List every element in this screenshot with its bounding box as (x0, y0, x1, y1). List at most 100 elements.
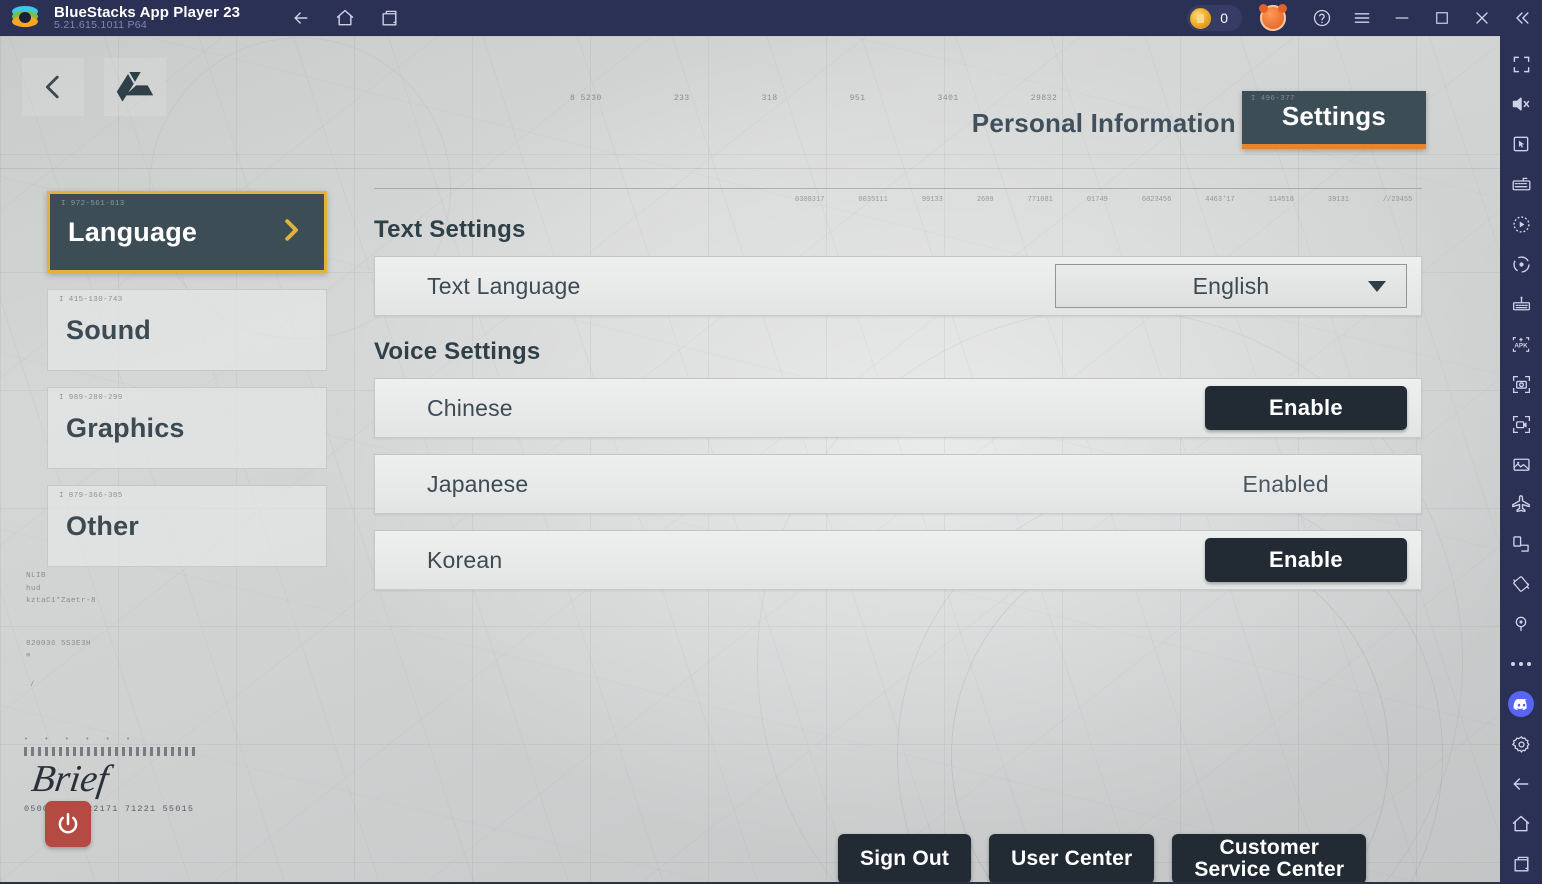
sidebar-item-label: Graphics (66, 412, 185, 443)
sidebar-item-graphics[interactable]: I 989-280-299 Graphics (47, 387, 327, 469)
map-tick: 01749 (1086, 196, 1108, 204)
tab-personal-information[interactable]: Personal Information (972, 108, 1236, 149)
back-button[interactable] (22, 58, 84, 116)
drive-button[interactable] (104, 58, 166, 116)
multi-instance-manager-icon[interactable] (1500, 284, 1542, 324)
location-pin-icon[interactable] (1500, 604, 1542, 644)
enable-chinese-button[interactable]: Enable (1205, 386, 1407, 430)
map-tick: 4463'17 (1205, 196, 1235, 204)
chevron-down-icon (1368, 280, 1386, 292)
minimize-icon[interactable] (1382, 0, 1422, 36)
bottom-action-bar: Sign Out User Center Customer Service Ce… (838, 834, 1367, 882)
row-control: Enable (1205, 386, 1407, 430)
user-center-label: User Center (1011, 846, 1133, 870)
enable-korean-label: Enable (1269, 547, 1343, 572)
tab-settings-code: I 496-377 (1250, 95, 1295, 103)
back-chevron-icon (45, 75, 59, 99)
macro-play-icon[interactable] (1500, 204, 1542, 244)
mute-speaker-icon[interactable] (1500, 84, 1542, 124)
map-tick: 771081 (1027, 196, 1053, 204)
row-voice-japanese: Japanese Enabled (374, 454, 1422, 514)
map-tick: 99133 (921, 196, 943, 204)
row-label: Korean (427, 546, 503, 573)
sidebar-item-language[interactable]: I 972-561-613 Language (47, 191, 327, 273)
row-text-language: Text Language English (374, 256, 1422, 316)
app-version: 5.21.615.1011 P64 (54, 19, 148, 32)
game-viewport: 8 5230 233 318 951 3401 29832 0308317 00… (0, 36, 1500, 882)
discord-icon[interactable] (1500, 684, 1542, 724)
power-button-icon (58, 813, 78, 834)
decor-dots: • • • • • • (24, 736, 137, 744)
maximize-icon[interactable] (1422, 0, 1462, 36)
google-drive-icon (116, 71, 154, 102)
decor-text-3: kztaC1*Zaetr-8 (26, 597, 97, 605)
coin-counter[interactable]: 0 (1187, 5, 1242, 31)
enable-korean-button[interactable]: Enable (1205, 538, 1407, 582)
row-control: English (1055, 264, 1407, 308)
row-voice-chinese: Chinese Enable (374, 378, 1422, 438)
text-language-select[interactable]: English (1055, 264, 1407, 308)
shake-device-icon[interactable] (1500, 564, 1542, 604)
bluestacks-sidebar: APK (1500, 36, 1542, 882)
sign-out-label: Sign Out (860, 846, 950, 870)
tab-settings-label: Settings (1281, 101, 1386, 131)
map-tick: 2609 (976, 196, 994, 204)
map-tick: //23455 (1382, 196, 1413, 204)
media-manager-icon[interactable] (1500, 444, 1542, 484)
help-circle-icon[interactable] (1302, 0, 1342, 36)
back-arrow-icon[interactable] (1500, 764, 1542, 804)
map-tick: 233 (673, 94, 690, 103)
map-horizon-line (0, 168, 1500, 169)
japanese-status-label: Enabled (1242, 470, 1329, 497)
home-icon[interactable] (332, 5, 358, 31)
bear-avatar-icon[interactable] (1259, 4, 1287, 31)
sidebar-item-label: Language (68, 216, 198, 247)
recent-apps-icon[interactable] (1500, 844, 1542, 884)
power-button[interactable] (45, 801, 91, 847)
voice-settings-title: Voice Settings (374, 338, 541, 365)
sidebar-item-code: I 989-280-299 (59, 394, 123, 402)
sidebar-item-sound[interactable]: I 415-130-743 Sound (47, 289, 327, 371)
airplane-mode-icon[interactable] (1500, 484, 1542, 524)
decor-barcode (24, 747, 196, 756)
more-dots-icon[interactable] (1500, 644, 1542, 684)
customer-service-center-button[interactable]: Customer Service Center (1172, 834, 1367, 882)
keyboard-controls-icon[interactable] (1500, 164, 1542, 204)
decor-text-1: NLIB (26, 572, 47, 580)
decor-signature: Brief (29, 758, 111, 800)
titlebar-right-group: 0 (1187, 0, 1542, 36)
fullscreen-icon[interactable] (1500, 44, 1542, 84)
settings-sidebar: I 972-561-613 Language I 415-130-743 Sou… (47, 191, 327, 583)
multi-instance-icon[interactable] (376, 5, 402, 31)
row-label: Text Language (427, 272, 581, 299)
text-language-value: English (1192, 272, 1270, 299)
close-icon[interactable] (1462, 0, 1502, 36)
coin-icon (1190, 7, 1212, 29)
tab-settings[interactable]: I 496-377 Settings (1241, 91, 1426, 149)
coin-count: 0 (1220, 10, 1228, 26)
cursor-pointer-icon[interactable] (1500, 124, 1542, 164)
sidebar-item-other[interactable]: I 879-366-385 Other (47, 485, 327, 567)
install-apk-icon[interactable]: APK (1500, 324, 1542, 364)
map-tick: 6023456 (1141, 196, 1172, 204)
eco-mode-icon[interactable] (1500, 244, 1542, 284)
map-tick: 951 (849, 94, 866, 103)
enable-chinese-label: Enable (1269, 395, 1343, 420)
home-icon[interactable] (1500, 804, 1542, 844)
screenshot-camera-icon[interactable] (1500, 364, 1542, 404)
rotate-screen-icon[interactable] (1500, 524, 1542, 564)
sidebar-item-label: Other (66, 510, 140, 541)
user-center-button[interactable]: User Center (989, 834, 1155, 882)
row-control: Enabled (1242, 471, 1407, 498)
back-arrow-icon[interactable] (288, 5, 314, 31)
svg-text:APK: APK (1514, 342, 1528, 349)
map-tick: 0308317 (795, 196, 825, 204)
header-divider (374, 188, 1422, 189)
customer-service-center-label: Customer Service Center (1194, 835, 1345, 881)
map-tick-labels-secondary: 0308317 0035111 99133 2609 771081 01749 … (795, 196, 1412, 204)
record-video-icon[interactable] (1500, 404, 1542, 444)
gear-settings-icon[interactable] (1500, 724, 1542, 764)
hamburger-menu-icon[interactable] (1342, 0, 1382, 36)
sign-out-button[interactable]: Sign Out (838, 834, 972, 882)
collapse-chevrons-icon[interactable] (1502, 0, 1542, 36)
